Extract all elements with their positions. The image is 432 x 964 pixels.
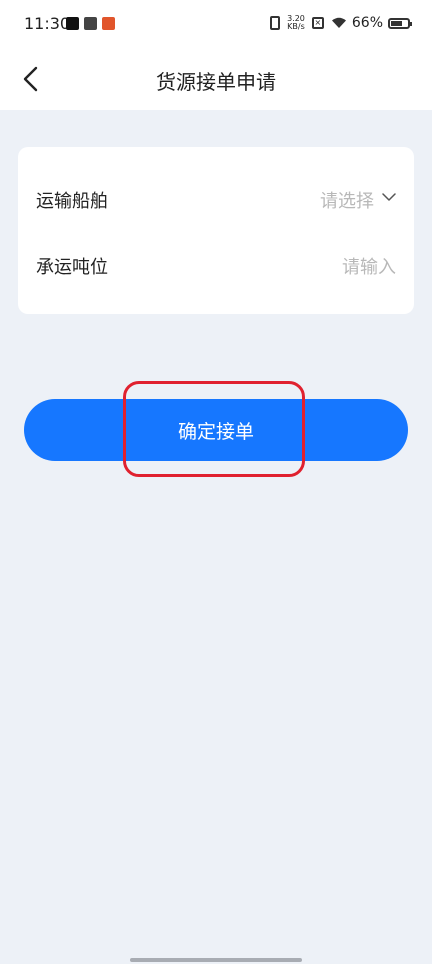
gallery-icon: [84, 17, 97, 30]
network-speed: 3.20 KB/s: [287, 15, 305, 31]
nav-bar: 货源接单申请: [0, 50, 432, 110]
battery-icon: [388, 17, 412, 29]
vibrate-icon: [270, 16, 281, 30]
wifi-icon: [331, 17, 346, 28]
form-card: 运输船舶 请选择 承运吨位 请输入: [18, 147, 414, 314]
home-indicator[interactable]: [130, 958, 302, 962]
tonnage-label: 承运吨位: [36, 257, 108, 278]
status-indicators: 3.20 KB/s × 66%: [270, 15, 412, 31]
network-speed-unit: KB/s: [287, 22, 305, 31]
shopping-app-icon: [102, 17, 115, 30]
ship-select-placeholder: 请选择: [320, 191, 374, 212]
chevron-down-icon: [382, 193, 396, 201]
ship-select-row[interactable]: 运输船舶 请选择: [18, 165, 414, 231]
confirm-order-button[interactable]: 确定接单: [24, 399, 408, 461]
battery-percent: 66%: [351, 15, 383, 31]
status-bar: 11:30 3.20 KB/s × 66%: [0, 0, 432, 50]
page-title: 货源接单申请: [156, 70, 276, 94]
tonnage-input-placeholder[interactable]: 请输入: [342, 253, 396, 279]
tonnage-input-row[interactable]: 承运吨位 请输入: [18, 231, 414, 297]
status-time: 11:30: [24, 14, 71, 33]
ship-label: 运输船舶: [36, 191, 108, 212]
no-sim-icon: ×: [311, 17, 324, 29]
tiktok-icon: [66, 17, 79, 30]
